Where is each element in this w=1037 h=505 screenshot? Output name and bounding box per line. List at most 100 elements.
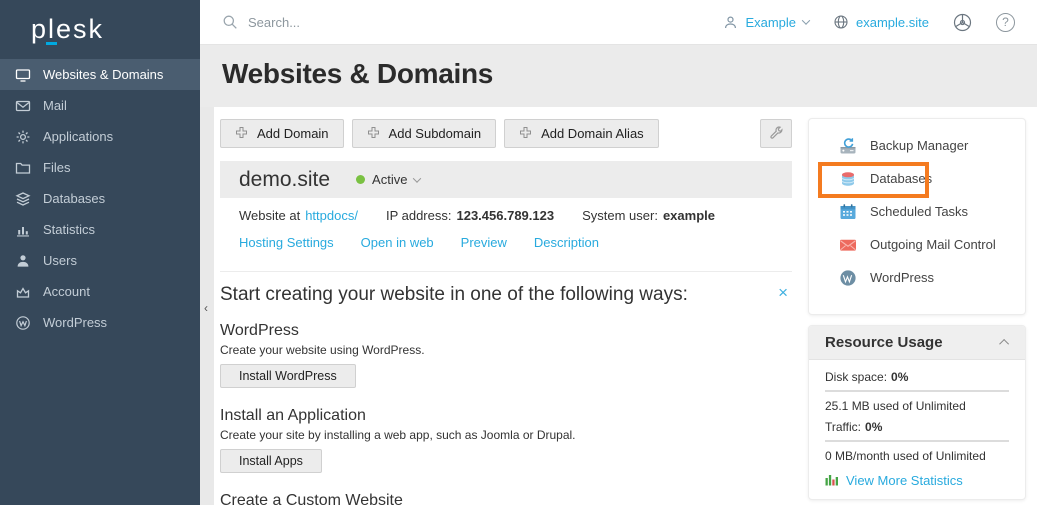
databases-item[interactable]: Databases [809, 162, 1025, 195]
disk-space-value: 0% [891, 369, 908, 385]
view-more-statistics-label: View More Statistics [846, 473, 963, 488]
sidebar-item-statistics[interactable]: Statistics [0, 214, 200, 245]
domain-status-dropdown[interactable]: Active [356, 172, 420, 187]
website-at-label: Website at [239, 207, 300, 224]
sidebar-item-label: Applications [43, 129, 113, 144]
chevron-up-icon [999, 339, 1009, 349]
person-icon [15, 253, 31, 269]
sidebar-item-label: Statistics [43, 222, 95, 237]
ip-value: 123.456.789.123 [456, 207, 554, 224]
sidebar-item-applications[interactable]: Applications [0, 121, 200, 152]
envelope-icon [839, 236, 857, 254]
ip-label: IP address: [386, 207, 452, 224]
outgoing-mail-label: Outgoing Mail Control [870, 237, 996, 252]
resource-usage-card: Resource Usage Disk space: 0% 25.1 MB us… [808, 325, 1026, 500]
description-link[interactable]: Description [534, 234, 599, 251]
user-menu[interactable]: Example [723, 15, 809, 30]
add-domain-label: Add Domain [257, 126, 329, 141]
backup-manager-icon [839, 137, 857, 155]
calendar-icon [839, 203, 857, 221]
status-dot [356, 175, 365, 184]
wrench-icon [769, 125, 784, 143]
database-icon [839, 170, 857, 188]
sidebar: plesk Websites & Domains Mail Applica [0, 0, 200, 505]
sidebar-item-label: Databases [43, 191, 105, 206]
sidebar-item-label: Account [43, 284, 90, 299]
install-apps-button[interactable]: Install Apps [220, 449, 322, 473]
wordpress-section-heading: WordPress [220, 322, 792, 340]
tools-card: Backup Manager Databases Scheduled Tasks… [808, 118, 1026, 315]
help-glyph: ? [1002, 15, 1009, 29]
sidebar-item-users[interactable]: Users [0, 245, 200, 276]
install-wordpress-label: Install WordPress [239, 369, 337, 383]
sidebar-item-files[interactable]: Files [0, 152, 200, 183]
crown-icon [15, 284, 31, 300]
traffic-detail: 0 MB/month used of Unlimited [825, 448, 1009, 464]
sidebar-item-label: Mail [43, 98, 67, 113]
tools-settings-button[interactable] [760, 119, 792, 148]
search-box[interactable] [200, 14, 723, 30]
disk-space-detail: 25.1 MB used of Unlimited [825, 398, 1009, 414]
sidebar-item-wordpress[interactable]: WordPress [0, 307, 200, 338]
wordpress-circle-icon [839, 269, 857, 287]
mini-bar-chart-icon [825, 472, 839, 489]
resource-usage-title: Resource Usage [825, 334, 943, 351]
hosting-settings-link[interactable]: Hosting Settings [239, 234, 334, 251]
install-apps-label: Install Apps [239, 454, 303, 468]
add-domain-alias-button[interactable]: Add Domain Alias [504, 119, 659, 148]
domain-info: Website at httpdocs/ IP address: 123.456… [220, 198, 792, 263]
sidebar-item-mail[interactable]: Mail [0, 90, 200, 121]
traffic-label: Traffic: [825, 419, 861, 435]
sidebar-item-label: Users [43, 253, 77, 268]
logo-underscore-accent [46, 42, 57, 45]
traffic-progress-bar [825, 440, 1009, 442]
add-domain-button[interactable]: Add Domain [220, 119, 344, 148]
wordpress-item[interactable]: WordPress [809, 261, 1025, 294]
open-in-web-link[interactable]: Open in web [361, 234, 434, 251]
page-title: Websites & Domains [200, 45, 1037, 90]
scheduled-tasks-label: Scheduled Tasks [870, 204, 968, 219]
search-input[interactable] [248, 15, 568, 30]
custom-website-section-heading: Create a Custom Website [220, 492, 792, 505]
scheduled-tasks-item[interactable]: Scheduled Tasks [809, 195, 1025, 228]
system-user-value: example [663, 207, 715, 224]
getting-started-panel: Start creating your website in one of th… [220, 271, 792, 505]
backup-manager-item[interactable]: Backup Manager [809, 129, 1025, 162]
databases-item-label: Databases [870, 171, 932, 186]
close-icon[interactable]: × [778, 280, 792, 301]
site-link[interactable]: example.site [833, 14, 929, 30]
plesk-app: plesk Websites & Domains Mail Applica [0, 0, 1037, 505]
sidebar-item-label: WordPress [43, 315, 107, 330]
status-label: Active [372, 172, 407, 187]
domain-links-row: Hosting Settings Open in web Preview Des… [239, 234, 773, 251]
wordpress-item-label: WordPress [870, 270, 934, 285]
chevron-down-icon [802, 16, 810, 24]
sidebar-item-databases[interactable]: Databases [0, 183, 200, 214]
user-icon [723, 15, 738, 30]
main-content: Add Domain Add Subdomain Add Domain Alia… [220, 119, 792, 505]
sidebar-item-websites-domains[interactable]: Websites & Domains [0, 59, 200, 90]
topbar: Example example.site ? [200, 0, 1037, 45]
traffic-value: 0% [865, 419, 882, 435]
domain-header: demo.site Active [220, 161, 792, 198]
install-wordpress-button[interactable]: Install WordPress [220, 364, 356, 388]
help-icon[interactable]: ? [996, 13, 1015, 32]
preview-link[interactable]: Preview [461, 234, 507, 251]
sidebar-collapse-strip[interactable]: ‹ [200, 107, 214, 505]
outgoing-mail-item[interactable]: Outgoing Mail Control [809, 228, 1025, 261]
sidebar-nav: Websites & Domains Mail Applications Fil… [0, 59, 200, 338]
httpdocs-link[interactable]: httpdocs/ [305, 207, 358, 224]
plesk-logo[interactable]: plesk [0, 0, 200, 45]
wordpress-icon [15, 315, 31, 331]
add-subdomain-button[interactable]: Add Subdomain [352, 119, 497, 148]
disk-space-label: Disk space: [825, 369, 887, 385]
wordpress-section-desc: Create your website using WordPress. [220, 343, 792, 357]
view-more-statistics-link[interactable]: View More Statistics [825, 472, 1009, 489]
resource-usage-header[interactable]: Resource Usage [809, 326, 1025, 360]
globe-icon [833, 14, 849, 30]
language-icon[interactable] [953, 13, 972, 32]
sidebar-item-label: Files [43, 160, 70, 175]
sidebar-item-account[interactable]: Account [0, 276, 200, 307]
bar-chart-icon [15, 222, 31, 238]
plus-icon [235, 126, 248, 142]
